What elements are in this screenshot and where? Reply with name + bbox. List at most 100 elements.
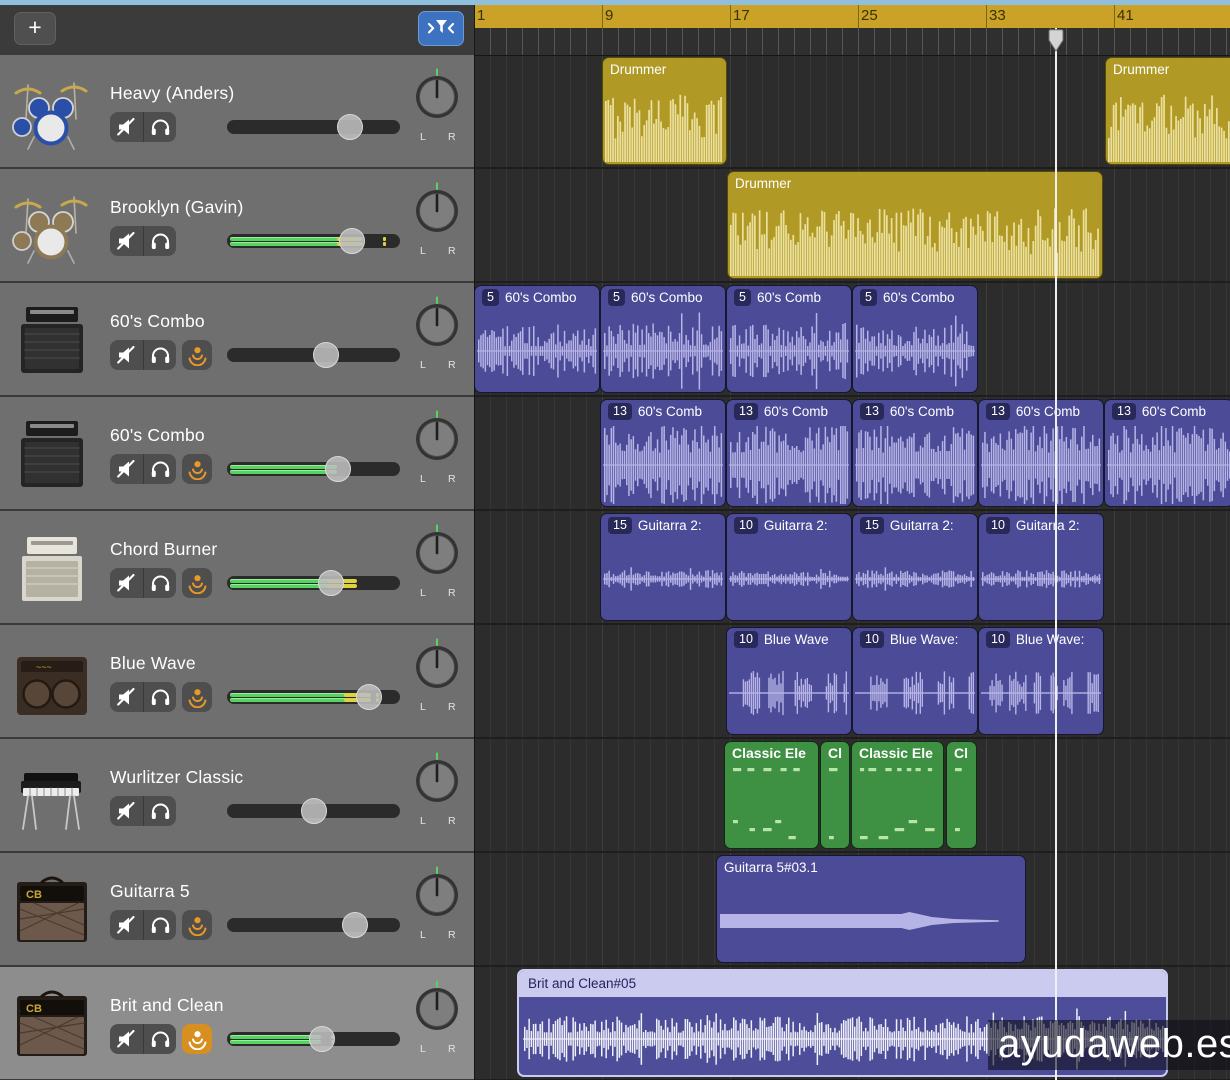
region-cl[interactable]: Cl [820, 741, 850, 849]
volume-slider[interactable] [227, 1032, 400, 1046]
region-guitarra-2-[interactable]: 15Guitarra 2: [852, 513, 978, 621]
track-name[interactable]: Heavy (Anders) [110, 83, 234, 104]
mute-button[interactable] [110, 112, 144, 142]
pan-knob[interactable]: LR [411, 980, 463, 1056]
solo-button[interactable] [144, 226, 177, 256]
input-monitoring-button[interactable] [182, 340, 212, 370]
track-name[interactable]: Chord Burner [110, 539, 217, 560]
solo-button[interactable] [144, 910, 177, 940]
track-icon[interactable] [8, 413, 96, 495]
volume-slider-thumb[interactable] [309, 1026, 335, 1052]
region-drummer[interactable]: Drummer [727, 171, 1103, 279]
solo-button[interactable] [144, 796, 177, 826]
region-drummer[interactable]: Drummer [1105, 57, 1230, 165]
region-60-s-comb[interactable]: 1360's Comb [726, 399, 852, 507]
mute-button[interactable] [110, 226, 144, 256]
region-blue-wave[interactable]: 10Blue Wave [726, 627, 852, 735]
region-60-s-comb[interactable]: 1360's Comb [600, 399, 726, 507]
region-60-s-combo[interactable]: 560's Combo [600, 285, 726, 393]
region-drummer[interactable]: Drummer [602, 57, 727, 165]
pan-knob[interactable]: LR [411, 68, 463, 144]
region-guitarra-2-[interactable]: 15Guitarra 2: [600, 513, 726, 621]
volume-slider[interactable] [227, 804, 400, 818]
cycle-range-bar[interactable]: 1917253341 [474, 5, 1230, 28]
track-icon[interactable]: ~~~ [8, 641, 96, 723]
mute-button[interactable] [110, 1024, 144, 1054]
track-name[interactable]: Wurlitzer Classic [110, 767, 243, 788]
input-monitoring-button[interactable] [182, 568, 212, 598]
region-guitarra-2-[interactable]: 10Guitarra 2: [726, 513, 852, 621]
region-60-s-combo[interactable]: 560's Combo [852, 285, 978, 393]
track-header-6[interactable]: ~~~ Blue Wave LR [0, 625, 474, 737]
volume-slider[interactable] [227, 462, 400, 476]
pan-knob[interactable]: LR [411, 752, 463, 828]
pan-knob[interactable]: LR [411, 410, 463, 486]
pan-knob[interactable]: LR [411, 296, 463, 372]
volume-slider[interactable] [227, 576, 400, 590]
region-guitarra-5-03-1[interactable]: Guitarra 5#03.1 [716, 855, 1026, 963]
region-60-s-comb[interactable]: 1360's Comb [978, 399, 1104, 507]
track-name[interactable]: Brooklyn (Gavin) [110, 197, 244, 218]
mute-button[interactable] [110, 682, 144, 712]
mute-button[interactable] [110, 340, 144, 370]
volume-slider-thumb[interactable] [325, 456, 351, 482]
track-name[interactable]: 60's Combo [110, 311, 205, 332]
region-guitarra-2-[interactable]: 10Guitarra 2: [978, 513, 1104, 621]
track-header-1[interactable]: Heavy (Anders) LR [0, 55, 474, 167]
region-60-s-comb[interactable]: 1360's Comb [852, 399, 978, 507]
track-name[interactable]: Blue Wave [110, 653, 196, 674]
input-monitoring-button[interactable] [182, 454, 212, 484]
input-monitoring-button[interactable] [182, 1024, 212, 1054]
input-monitoring-button[interactable] [182, 910, 212, 940]
volume-slider-thumb[interactable] [313, 342, 339, 368]
volume-slider-thumb[interactable] [318, 570, 344, 596]
region-blue-wave-[interactable]: 10Blue Wave: [978, 627, 1104, 735]
region-classic-ele[interactable]: Classic Ele [851, 741, 944, 849]
volume-slider[interactable] [227, 918, 400, 932]
input-monitoring-button[interactable] [182, 682, 212, 712]
volume-slider-thumb[interactable] [337, 114, 363, 140]
solo-button[interactable] [144, 682, 177, 712]
solo-button[interactable] [144, 340, 177, 370]
playhead-handle[interactable] [1048, 29, 1064, 52]
region-60-s-combo[interactable]: 560's Combo [474, 285, 600, 393]
volume-slider[interactable] [227, 234, 400, 248]
track-name[interactable]: Brit and Clean [110, 995, 224, 1016]
track-name[interactable]: 60's Combo [110, 425, 205, 446]
solo-button[interactable] [144, 454, 177, 484]
region-60-s-comb[interactable]: 1360's Comb [1104, 399, 1230, 507]
mute-button[interactable] [110, 454, 144, 484]
track-header-3[interactable]: 60's Combo LR [0, 283, 474, 395]
track-header-4[interactable]: 60's Combo LR [0, 397, 474, 509]
pan-knob[interactable]: LR [411, 866, 463, 942]
track-filter-button[interactable] [418, 11, 464, 46]
solo-button[interactable] [144, 1024, 177, 1054]
region-classic-ele[interactable]: Classic Ele [724, 741, 819, 849]
track-icon[interactable] [8, 755, 96, 837]
track-icon[interactable] [8, 299, 96, 381]
mute-button[interactable] [110, 568, 144, 598]
track-icon[interactable]: CB [8, 983, 96, 1065]
volume-slider-thumb[interactable] [301, 798, 327, 824]
pan-knob[interactable]: LR [411, 638, 463, 714]
volume-slider-thumb[interactable] [356, 684, 382, 710]
track-header-5[interactable]: Chord Burner LR [0, 511, 474, 623]
mute-button[interactable] [110, 796, 144, 826]
volume-slider-thumb[interactable] [342, 912, 368, 938]
track-header-7[interactable]: Wurlitzer Classic LR [0, 739, 474, 851]
pan-knob[interactable]: LR [411, 182, 463, 258]
track-header-9[interactable]: CB Brit and Clean LR [0, 967, 474, 1079]
region-blue-wave-[interactable]: 10Blue Wave: [852, 627, 978, 735]
pan-knob[interactable]: LR [411, 524, 463, 600]
timeline-ruler[interactable]: 1917253341 [474, 5, 1230, 55]
track-icon[interactable]: CB [8, 869, 96, 951]
volume-slider-thumb[interactable] [339, 228, 365, 254]
track-icon[interactable] [8, 71, 96, 153]
add-track-button[interactable]: + [14, 12, 56, 45]
volume-slider[interactable] [227, 120, 400, 134]
track-header-2[interactable]: Brooklyn (Gavin) LR [0, 169, 474, 281]
solo-button[interactable] [144, 112, 177, 142]
track-icon[interactable] [8, 527, 96, 609]
volume-slider[interactable] [227, 348, 400, 362]
track-name[interactable]: Guitarra 5 [110, 881, 190, 902]
